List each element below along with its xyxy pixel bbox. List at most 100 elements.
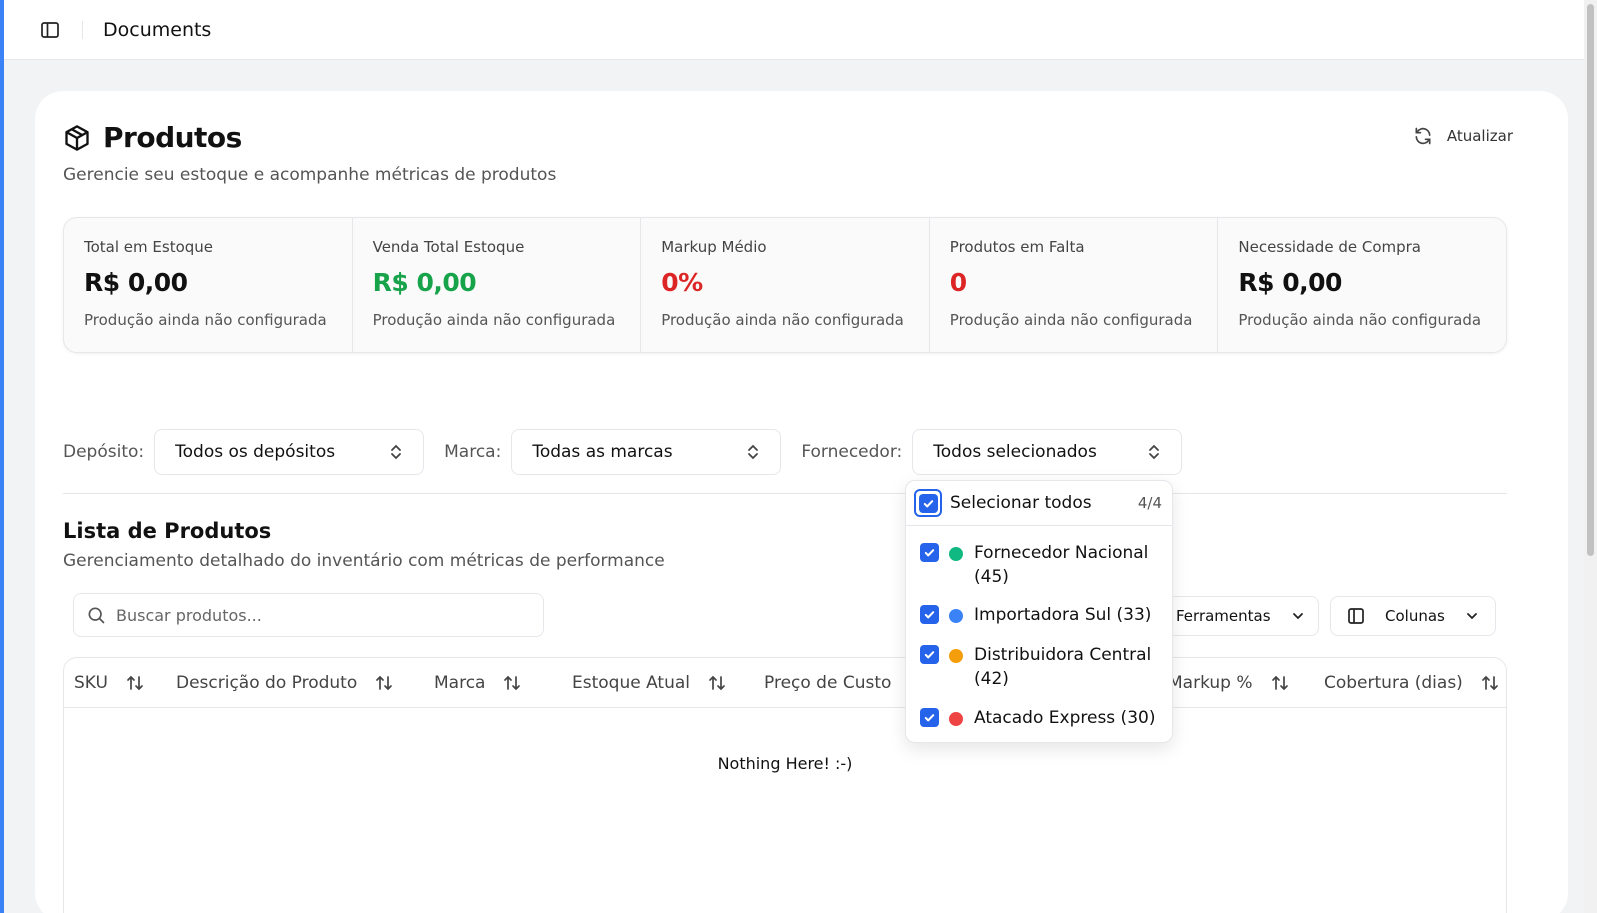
select-all-checkbox[interactable] bbox=[914, 489, 942, 517]
marca-value: Todas as marcas bbox=[532, 442, 673, 462]
supplier-name: Fornecedor Nacional bbox=[974, 543, 1149, 563]
top-bar: Documents bbox=[4, 0, 1597, 60]
page-subtitle: Gerencie seu estoque e acompanhe métrica… bbox=[63, 165, 557, 185]
page-scrollbar[interactable] bbox=[1584, 0, 1597, 913]
stat-label: Venda Total Estoque bbox=[372, 238, 525, 256]
supplier-option[interactable]: Distribuidora Central (42) bbox=[920, 643, 1151, 691]
tools-label: Ferramentas bbox=[1176, 607, 1271, 625]
products-card: Produtos Gerencie seu estoque e acompanh… bbox=[35, 91, 1568, 913]
page-title: Produtos bbox=[103, 121, 242, 154]
supplier-color-dot bbox=[949, 609, 963, 623]
supplier-checkbox[interactable] bbox=[920, 605, 939, 624]
search-icon bbox=[88, 607, 105, 624]
select-all-row[interactable]: Selecionar todos 4/4 bbox=[906, 481, 1172, 526]
column-markup[interactable]: Markup % bbox=[1168, 658, 1289, 708]
marca-select[interactable]: Todas as marcas bbox=[511, 429, 782, 475]
column-descricao[interactable]: Descrição do Produto bbox=[176, 658, 393, 708]
supplier-checkbox[interactable] bbox=[920, 645, 939, 664]
column-label: Descrição do Produto bbox=[176, 673, 358, 693]
selected-count: 4/4 bbox=[1137, 494, 1162, 512]
refresh-icon bbox=[1415, 127, 1431, 145]
column-label: Markup % bbox=[1168, 673, 1253, 693]
empty-state: Nothing Here! :-) bbox=[717, 754, 853, 773]
package-icon bbox=[65, 124, 89, 151]
sort-icon bbox=[376, 675, 393, 691]
column-label: Preço de Custo bbox=[764, 673, 892, 693]
sidebar-toggle-button[interactable] bbox=[32, 12, 68, 48]
column-label: Cobertura (dias) bbox=[1324, 673, 1463, 693]
stat-note: Produção ainda não configurada bbox=[661, 311, 904, 329]
left-accent-bar bbox=[0, 0, 4, 913]
column-label: Marca bbox=[434, 673, 486, 693]
check-icon bbox=[924, 714, 935, 722]
fornecedor-value: Todos selecionados bbox=[933, 442, 1097, 462]
check-icon bbox=[924, 549, 935, 557]
stat-label: Necessidade de Compra bbox=[1238, 238, 1421, 256]
column-cobertura[interactable]: Cobertura (dias) bbox=[1324, 658, 1499, 708]
supplier-label: Importadora Sul (33) bbox=[974, 603, 1151, 627]
chevrons-up-down-icon bbox=[1149, 444, 1160, 460]
topbar-divider bbox=[82, 20, 83, 39]
sort-icon bbox=[709, 675, 725, 691]
columns-button[interactable]: Colunas bbox=[1330, 596, 1496, 636]
stat-label: Markup Médio bbox=[661, 238, 767, 256]
stat-value: 0% bbox=[661, 268, 703, 297]
list-subtitle: Gerenciamento detalhado do inventário co… bbox=[63, 551, 665, 571]
supplier-option[interactable]: Fornecedor Nacional (45) bbox=[920, 541, 1148, 589]
supplier-dropdown: Selecionar todos 4/4 Fornecedor Nacional… bbox=[905, 480, 1173, 743]
supplier-color-dot bbox=[949, 547, 963, 561]
column-label: Estoque Atual bbox=[572, 673, 691, 693]
list-title: Lista de Produtos bbox=[63, 519, 272, 543]
stat-produtos-falta: Produtos em Falta 0 Produção ainda não c… bbox=[930, 218, 1219, 352]
supplier-count: (45) bbox=[974, 567, 1009, 587]
check-icon bbox=[924, 611, 935, 619]
supplier-checkbox[interactable] bbox=[920, 708, 939, 727]
sort-icon bbox=[1271, 675, 1288, 691]
column-estoque-atual[interactable]: Estoque Atual bbox=[572, 658, 726, 708]
stat-note: Produção ainda não configurada bbox=[949, 311, 1193, 329]
sort-icon bbox=[127, 675, 143, 691]
stat-note: Produção ainda não configurada bbox=[1238, 311, 1482, 329]
scrollbar-thumb[interactable] bbox=[1587, 4, 1594, 556]
supplier-name: Atacado Express (30) bbox=[974, 708, 1156, 728]
fornecedor-select[interactable]: Todos selecionados bbox=[912, 429, 1183, 475]
stat-note: Produção ainda não configurada bbox=[372, 311, 616, 329]
chevron-down-icon bbox=[1292, 613, 1303, 620]
sort-icon bbox=[1481, 675, 1498, 691]
deposito-select[interactable]: Todos os depósitos bbox=[154, 429, 425, 475]
column-marca[interactable]: Marca bbox=[434, 658, 521, 708]
stat-value: 0 bbox=[949, 268, 967, 297]
products-table: SKU Descrição do Produto Marca Estoque A… bbox=[63, 657, 1507, 913]
fornecedor-label: Fornecedor: bbox=[801, 442, 903, 462]
check-icon bbox=[918, 493, 938, 513]
supplier-option[interactable]: Importadora Sul (33) bbox=[920, 603, 1151, 627]
column-preco-custo[interactable]: Preço de Custo bbox=[764, 658, 891, 708]
sidebar-panel-icon bbox=[41, 21, 59, 38]
stats-panel: Total em Estoque R$ 0,00 Produção ainda … bbox=[63, 217, 1507, 353]
stat-value: R$ 0,00 bbox=[1238, 268, 1342, 297]
supplier-color-dot bbox=[949, 712, 963, 726]
column-sku[interactable]: SKU bbox=[74, 658, 144, 708]
supplier-name: Importadora Sul (33) bbox=[974, 605, 1152, 625]
search-input[interactable] bbox=[116, 605, 516, 625]
breadcrumb-documents: Documents bbox=[103, 18, 212, 41]
stat-necessidade-compra: Necessidade de Compra R$ 0,00 Produção a… bbox=[1218, 218, 1506, 352]
supplier-name: Distribuidora Central bbox=[974, 645, 1152, 665]
refresh-label: Atualizar bbox=[1446, 127, 1513, 145]
column-label: SKU bbox=[74, 673, 108, 693]
table-header: SKU Descrição do Produto Marca Estoque A… bbox=[64, 658, 1506, 708]
filters-bar: Depósito: Todos os depósitos Marca: Toda… bbox=[63, 429, 1183, 475]
chevrons-up-down-icon bbox=[391, 444, 402, 460]
supplier-option[interactable]: Atacado Express (30) bbox=[920, 706, 1155, 730]
supplier-color-dot bbox=[949, 649, 963, 663]
stat-note: Produção ainda não configurada bbox=[84, 311, 327, 329]
stat-value: R$ 0,00 bbox=[84, 268, 188, 297]
stat-label: Produtos em Falta bbox=[949, 238, 1085, 256]
columns-icon bbox=[1348, 608, 1364, 624]
supplier-checkbox[interactable] bbox=[920, 543, 939, 562]
stat-markup-medio: Markup Médio 0% Produção ainda não confi… bbox=[641, 218, 930, 352]
page-header: Produtos bbox=[63, 121, 242, 154]
refresh-button[interactable]: Atualizar bbox=[1413, 126, 1513, 146]
chevron-down-icon bbox=[1466, 613, 1477, 620]
deposito-value: Todos os depósitos bbox=[175, 442, 336, 462]
